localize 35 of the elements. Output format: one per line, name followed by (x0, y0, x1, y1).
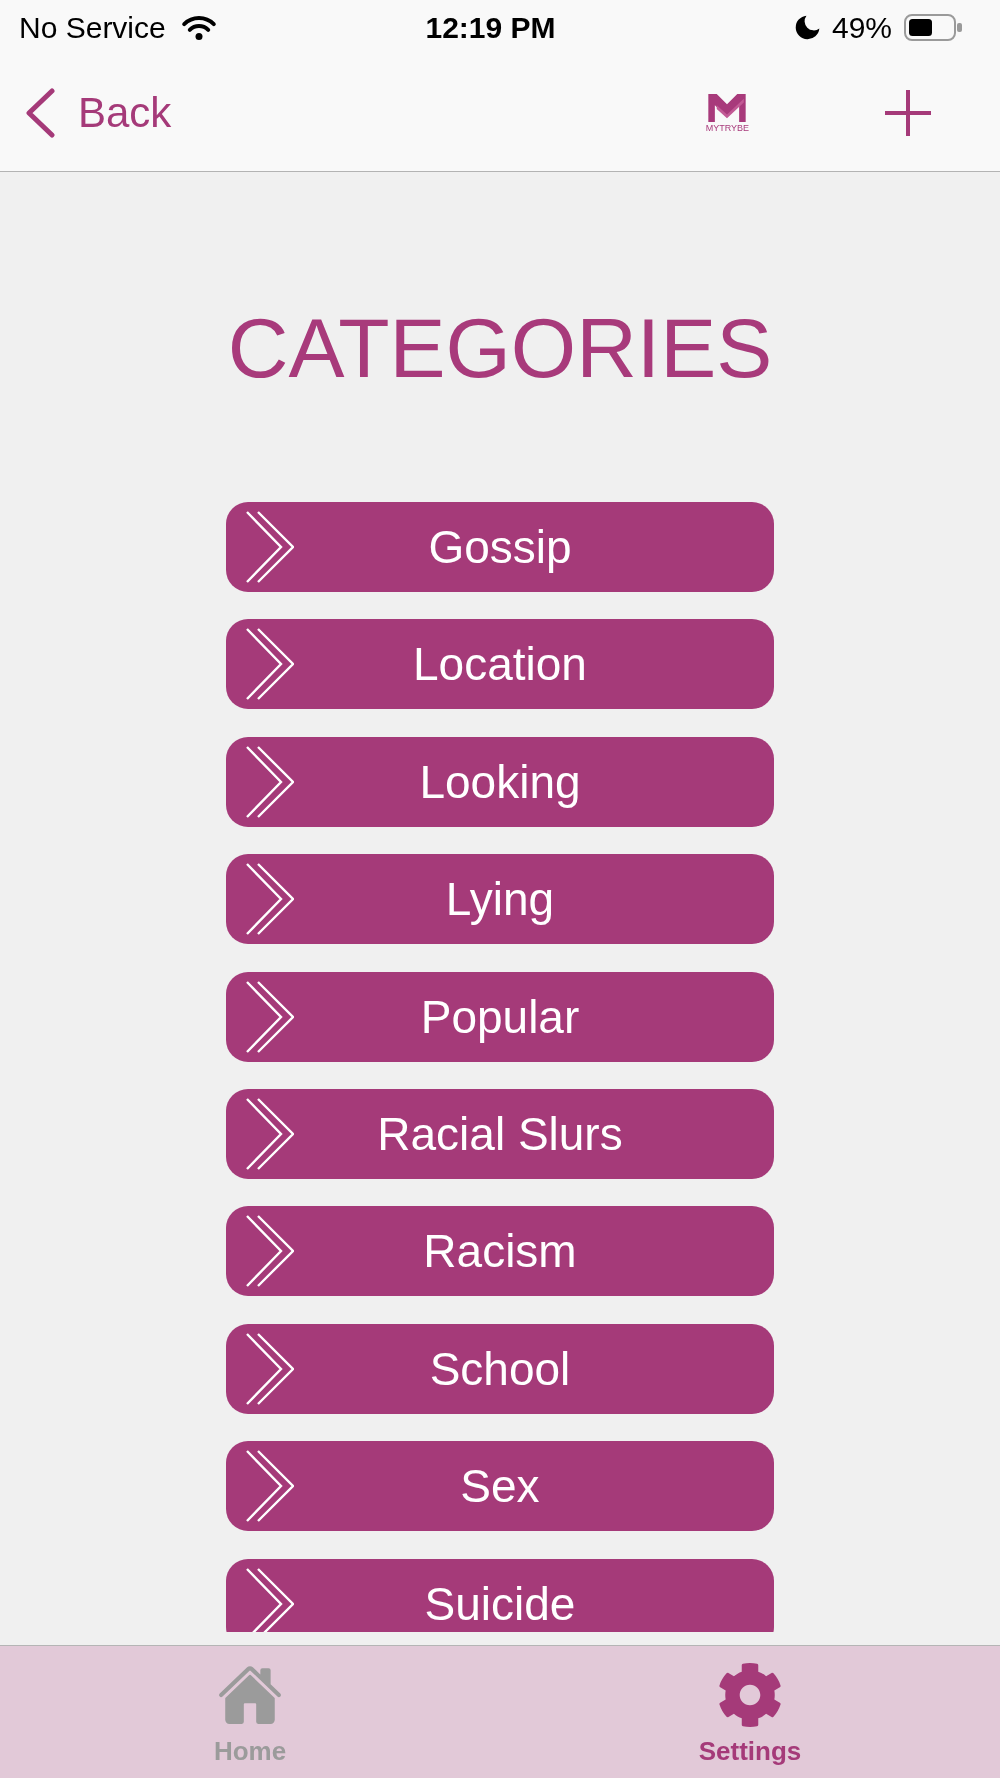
double-chevron-icon (246, 1450, 294, 1523)
category-button[interactable]: School (226, 1323, 774, 1414)
category-button[interactable]: Looking (226, 736, 774, 827)
clock-time: 12:19 PM (425, 12, 556, 43)
tab-button[interactable]: Settings (698, 1662, 802, 1778)
logo-text: MYTRYBE (705, 123, 749, 133)
back-chevron-icon (24, 88, 56, 138)
double-chevron-icon (246, 628, 294, 701)
plus-icon (885, 90, 931, 136)
category-button[interactable]: Racial Slurs (226, 1088, 774, 1179)
page-title: CATEGORIES (227, 306, 773, 390)
double-chevron-icon (246, 745, 294, 818)
category-button[interactable]: Gossip (226, 502, 774, 592)
double-chevron-icon (246, 980, 294, 1053)
category-button[interactable]: Location (226, 619, 774, 710)
battery-percent: 49% (831, 12, 892, 43)
category-button[interactable]: Suicide (226, 1558, 774, 1632)
double-chevron-icon (246, 1332, 294, 1405)
logo-icon (708, 93, 747, 122)
battery-icon (904, 14, 962, 41)
category-button[interactable]: Popular (226, 971, 774, 1062)
double-chevron-icon (246, 511, 294, 583)
add-button[interactable] (885, 90, 931, 136)
carrier-text: No Service (19, 12, 166, 43)
back-button[interactable]: Back (24, 88, 172, 138)
wifi-icon (179, 14, 218, 41)
double-chevron-icon (246, 1215, 294, 1288)
settings-icon (717, 1662, 783, 1728)
double-chevron-icon (246, 1567, 294, 1632)
category-button[interactable]: Lying (226, 854, 774, 945)
double-chevron-icon (246, 863, 294, 936)
double-chevron-icon (246, 1097, 294, 1170)
category-button[interactable]: Racism (226, 1206, 774, 1297)
moon-icon (794, 15, 820, 40)
category-button[interactable]: Sex (226, 1441, 774, 1532)
